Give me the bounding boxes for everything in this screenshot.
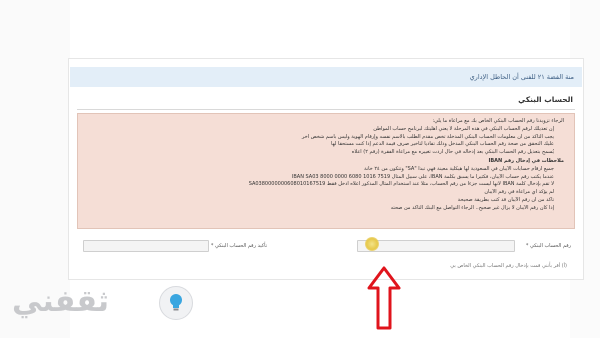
rules-list: إن تعديلك لرقم الحساب البنكي في هذه المر… xyxy=(86,126,564,157)
bank-account-form-page: منة الفضة ٢١ للفنى أن الحاطل الإداري الح… xyxy=(68,58,584,280)
mouse-cursor-highlight xyxy=(365,237,379,251)
note-item: لم يؤكد أي مراعاة في رقم الآيبان xyxy=(86,189,554,197)
iban-input[interactable] xyxy=(357,240,515,252)
note-item: عندما يكتب رقم حساب الآيبان، فكثيرا ما ي… xyxy=(86,174,554,182)
rule-item: يجب التأكد من أن معلومات الحساب البنكي ا… xyxy=(86,134,554,142)
footnote: (أ) أقر بأنني قمت بإدخال رقم الحساب البن… xyxy=(450,263,567,269)
iban-label: رقم الحساب البنكي * xyxy=(525,243,571,249)
note-item: جميع أرقام حسابات الآيبان في السعودية له… xyxy=(86,166,554,174)
red-up-arrow xyxy=(367,266,401,330)
screenshot: منة الفضة ٢١ للفنى أن الحاطل الإداري الح… xyxy=(0,0,600,338)
note-item: تأكد من أن رقم الآيبان قد كتب بطريقة صحي… xyxy=(86,197,554,205)
iban-notes-title: ملاحظات في إدخال رقم IBAN xyxy=(488,157,564,164)
lightbulb-icon xyxy=(159,286,193,320)
note-item: لا تقم بإدخال كلمة IBAN لأنها ليست جزءا … xyxy=(86,181,554,189)
logo-text: ثقفني xyxy=(12,284,110,319)
iban-form-row: رقم الحساب البنكي * تأكيد رقم الحساب الب… xyxy=(77,235,575,259)
note-item: إذا كان رقم الآيبان لا يزال غير صحيح.. ا… xyxy=(86,205,554,213)
notice-bar: منة الفضة ٢١ للفنى أن الحاطل الإداري xyxy=(70,67,582,87)
rule-item: عليك التحقق من صحة رقم الحساب البنكي الم… xyxy=(86,141,554,149)
confirm-iban-label: تأكيد رقم الحساب البنكي * xyxy=(210,243,267,249)
confirm-iban-input[interactable] xyxy=(83,240,209,252)
instructions-box: الرجاء تزويدنا رقم الحساب البنكي الخاص ب… xyxy=(77,113,575,229)
iban-notes-list: جميع أرقام حسابات الآيبان في السعودية له… xyxy=(86,166,564,213)
rule-item: إن تعديلك لرقم الحساب البنكي في هذه المر… xyxy=(86,126,554,134)
instructions-intro: الرجاء تزويدنا رقم الحساب البنكي الخاص ب… xyxy=(432,118,564,124)
title-divider xyxy=(77,109,575,110)
rule-item: يُسمح بتعديل رقم الحساب البنكي بعد إدخال… xyxy=(86,149,554,157)
section-title: الحساب البنكي xyxy=(518,95,573,104)
site-logo: ثقفني xyxy=(4,276,200,334)
